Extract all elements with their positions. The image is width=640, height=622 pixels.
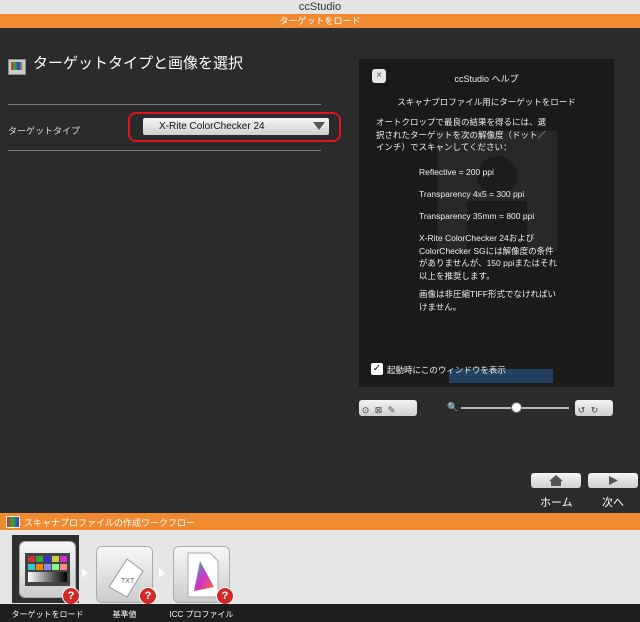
next-button[interactable] xyxy=(588,473,638,488)
help-note-tiff: 画像は非圧縮TIFF形式でなければい けません。 xyxy=(419,289,556,312)
step-label: 基準値 xyxy=(112,610,137,619)
step-arrow-icon xyxy=(159,568,165,578)
page-title: ターゲットタイプと画像を選択 xyxy=(33,55,244,72)
step-label: ICC プロファイル xyxy=(169,610,234,619)
rotate-right-icon[interactable]: ↻ xyxy=(588,402,601,418)
svg-text:TXT: TXT xyxy=(121,578,135,585)
crop-icon[interactable]: ⊠ xyxy=(372,402,385,418)
rotate-tool-group: ↺ ↻ xyxy=(575,400,613,416)
next-label: 次へ xyxy=(602,497,624,509)
section-header: ターゲットをロード xyxy=(0,14,640,28)
target-type-label: ターゲットタイプ xyxy=(8,126,81,136)
dropdown-arrow-icon xyxy=(313,122,325,130)
help-title: ccStudio ヘルプ xyxy=(454,74,519,84)
divider xyxy=(8,104,321,105)
target-type-value: X-Rite ColorChecker 24 xyxy=(159,121,265,132)
help-badge-icon[interactable]: ? xyxy=(139,587,157,605)
rotate-left-icon[interactable]: ↺ xyxy=(575,402,588,418)
show-on-startup-label: 起動時にこのウィンドウを表示 xyxy=(387,365,506,375)
show-on-startup-checkbox[interactable]: ✓ xyxy=(371,363,383,375)
step-label: ターゲットをロード xyxy=(11,610,84,619)
divider xyxy=(8,150,321,151)
home-icon xyxy=(549,475,563,486)
home-button[interactable] xyxy=(531,473,581,488)
target-type-select[interactable]: X-Rite ColorChecker 24 xyxy=(143,118,329,135)
zoom-icon: 🔍 xyxy=(447,402,459,412)
res-trans-4x5: Transparency 4x5 = 300 ppi xyxy=(419,189,525,199)
image-tool-group: ⊙ ⊠ ✎ xyxy=(359,400,417,416)
eyedropper-icon[interactable]: ✎ xyxy=(385,402,398,418)
help-badge-icon[interactable]: ? xyxy=(216,587,234,605)
window-title: ccStudio xyxy=(0,0,640,14)
help-subtitle: スキャナプロファイル用にターゲットをロード xyxy=(397,97,576,107)
res-trans-35mm: Transparency 35mm = 800 ppi xyxy=(419,211,535,221)
help-badge-icon[interactable]: ? xyxy=(62,587,80,605)
next-arrow-icon xyxy=(609,476,618,485)
help-intro: オートクロップで最良の結果を得るには、選 択されたターゲットを次の解像度（ドット／… xyxy=(376,117,547,152)
workflow-title: スキャナプロファイルの作成ワークフロー xyxy=(24,518,196,528)
rotate-icon[interactable]: ⊙ xyxy=(359,402,372,418)
target-image-icon xyxy=(8,59,26,75)
res-reflective: Reflective = 200 ppi xyxy=(419,167,494,177)
help-note-colorchecker: X-Rite ColorChecker 24および ColorChecker SG… xyxy=(419,233,557,281)
home-label: ホーム xyxy=(540,497,573,509)
workflow-labels xyxy=(0,604,640,622)
step-arrow-icon xyxy=(82,568,88,578)
zoom-slider-knob[interactable] xyxy=(511,402,522,413)
help-panel: × ccStudio ヘルプ スキャナプロファイル用にターゲットをロード オート… xyxy=(359,59,614,387)
workflow-icon xyxy=(6,516,20,528)
